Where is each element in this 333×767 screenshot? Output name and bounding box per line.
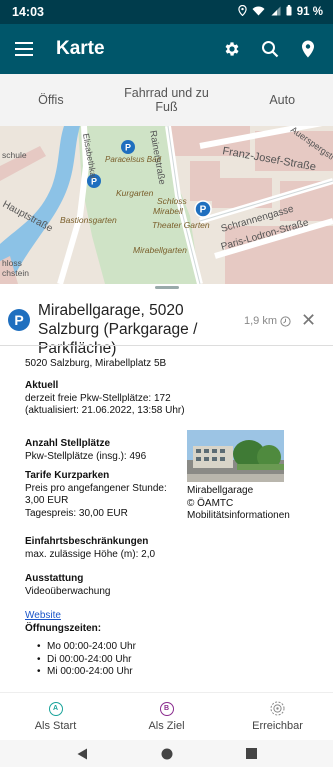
tab-oeffis[interactable]: Öffis	[0, 74, 102, 126]
hours-item: Mo 00:00-24:00 Uhr	[25, 641, 136, 654]
battery-icon	[286, 5, 292, 19]
tab-bike-walk[interactable]: Fahrrad und zu Fuß	[102, 74, 232, 126]
tab-auto[interactable]: Auto	[231, 74, 333, 126]
map-pin-icon	[302, 40, 314, 58]
status-time: 14:03	[12, 5, 44, 19]
transport-mode-tabs: Öffis Fahrrad und zu Fuß Auto	[0, 74, 333, 126]
tariff-heading: Tarife Kurzparken	[25, 470, 110, 481]
place-header: P Mirabellgarage, 5020 Salzburg (Parkgar…	[0, 293, 333, 357]
back-icon[interactable]	[77, 748, 88, 760]
reachable-label: Erreichbar	[252, 720, 303, 732]
isochrone-icon	[270, 701, 285, 716]
distance-clock-icon	[280, 315, 291, 327]
settings-button[interactable]	[213, 24, 251, 74]
garage-photo[interactable]	[187, 430, 284, 482]
close-icon[interactable]: ✕	[301, 311, 316, 329]
location-status-icon	[238, 4, 247, 19]
current-updated: (aktualisiert: 21.06.2022, 13:58 Uhr)	[25, 405, 185, 416]
gear-icon	[225, 42, 239, 56]
tariff-hour-value: 3,00 EUR	[25, 495, 69, 506]
app-bar: Karte	[0, 24, 333, 74]
search-icon	[262, 41, 279, 58]
hamburger-icon	[15, 42, 33, 56]
set-destination-button[interactable]: B Als Ziel	[111, 693, 222, 740]
page-title: Karte	[56, 38, 105, 59]
place-title: Mirabellgarage, 5020 Salzburg (Parkgarag…	[38, 302, 198, 357]
tariff-section: Tarife Kurzparken Preis pro angefangener…	[25, 470, 185, 520]
place-distance-value: 1,9 km	[244, 315, 278, 327]
hours-list: Mo 00:00-24:00 Uhr Di 00:00-24:00 Uhr Mi…	[25, 641, 136, 679]
start-marker-letter: A	[52, 705, 59, 712]
spaces-value: Pkw-Stellplätze (insg.): 496	[25, 450, 147, 462]
photo-caption-title: Mirabellgarage	[187, 485, 254, 496]
map-label-schule: schule	[2, 150, 27, 160]
map-label-theater-garten: Theater Garten	[152, 220, 210, 230]
equipment-value: Videoüberwachung	[25, 585, 111, 597]
map-label-kurgarten: Kurgarten	[116, 188, 154, 198]
action-bar: A Als Start B Als Ziel Erreichbar	[0, 692, 333, 740]
divider	[0, 345, 333, 346]
destination-marker-icon: B	[159, 701, 174, 716]
current-heading: Aktuell	[25, 380, 59, 391]
wifi-icon	[252, 6, 265, 19]
svg-text:P: P	[125, 143, 131, 153]
map-label-bastionsgarten: Bastionsgarten	[60, 215, 117, 225]
location-button[interactable]	[289, 24, 327, 74]
system-nav-bar	[0, 740, 333, 767]
spaces-section: Anzahl Stellplätze Pkw-Stellplätze (insg…	[25, 438, 146, 463]
place-distance: 1,9 km	[244, 315, 291, 327]
reachable-button[interactable]: Erreichbar	[222, 693, 333, 740]
photo-caption: Mirabellgarage © ÖAMTC Mobilitätsinforma…	[187, 485, 322, 523]
restrictions-heading: Einfahrtsbeschränkungen	[25, 536, 149, 547]
menu-button[interactable]	[0, 24, 48, 74]
bottom-sheet-handle[interactable]	[155, 286, 179, 289]
home-icon[interactable]	[161, 748, 173, 760]
set-destination-label: Als Ziel	[148, 719, 185, 732]
recents-icon[interactable]	[245, 748, 257, 759]
search-button[interactable]	[251, 24, 289, 74]
map-label-schloss: Schloss	[157, 196, 188, 206]
map-label-hloss: hloss	[2, 258, 22, 268]
spaces-heading: Anzahl Stellplätze	[25, 438, 111, 449]
map-view[interactable]: P P P Kurgarten Schloss Mirabell Bastion…	[0, 126, 333, 284]
map-label-mirabellgarten: Mirabellgarten	[133, 245, 187, 255]
set-start-button[interactable]: A Als Start	[0, 693, 111, 740]
restrictions-value: max. zulässige Höhe (m): 2,0	[25, 548, 156, 560]
status-icons: 91 %	[238, 4, 323, 19]
photo-caption-credit: © ÖAMTC Mobilitätsinformationen	[187, 497, 290, 522]
signal-icon	[270, 6, 281, 19]
hours-item: Mi 00:00-24:00 Uhr	[25, 666, 136, 679]
hours-item: Di 00:00-24:00 Uhr	[25, 654, 136, 667]
destination-marker-letter: B	[163, 705, 170, 712]
current-free: derzeit freie Pkw-Stellplätze: 172	[25, 392, 171, 404]
tab-bike-walk-label: Fahrrad und zu Fuß	[124, 86, 209, 114]
map-label-mirabell: Mirabell	[153, 206, 184, 216]
hours-heading: Öffnungszeiten:	[25, 622, 102, 634]
current-section: Aktuell derzeit freie Pkw-Stellplätze: 1…	[25, 380, 185, 418]
status-bar: 14:03 91 %	[0, 0, 333, 24]
svg-text:P: P	[200, 205, 207, 216]
address: 5020 Salzburg, Mirabellplatz 5B	[25, 358, 167, 369]
parking-icon: P	[8, 309, 30, 331]
map-label-chstein: chstein	[2, 268, 29, 278]
battery-percent: 91 %	[296, 6, 323, 18]
set-start-label: Als Start	[34, 719, 77, 732]
equipment-section: Ausstattung Videoüberwachung	[25, 573, 110, 598]
start-marker-icon: A	[48, 701, 63, 716]
website-link[interactable]: Website	[25, 610, 136, 623]
tariff-hour-label: Preis pro angefangener Stunde:	[25, 482, 167, 494]
equipment-heading: Ausstattung	[25, 573, 84, 584]
website-section: Website Öffnungszeiten: Mo 00:00-24:00 U…	[25, 610, 136, 679]
restrictions-section: Einfahrtsbeschränkungen max. zulässige H…	[25, 536, 155, 561]
tariff-day: Tagespreis: 30,00 EUR	[25, 507, 128, 519]
